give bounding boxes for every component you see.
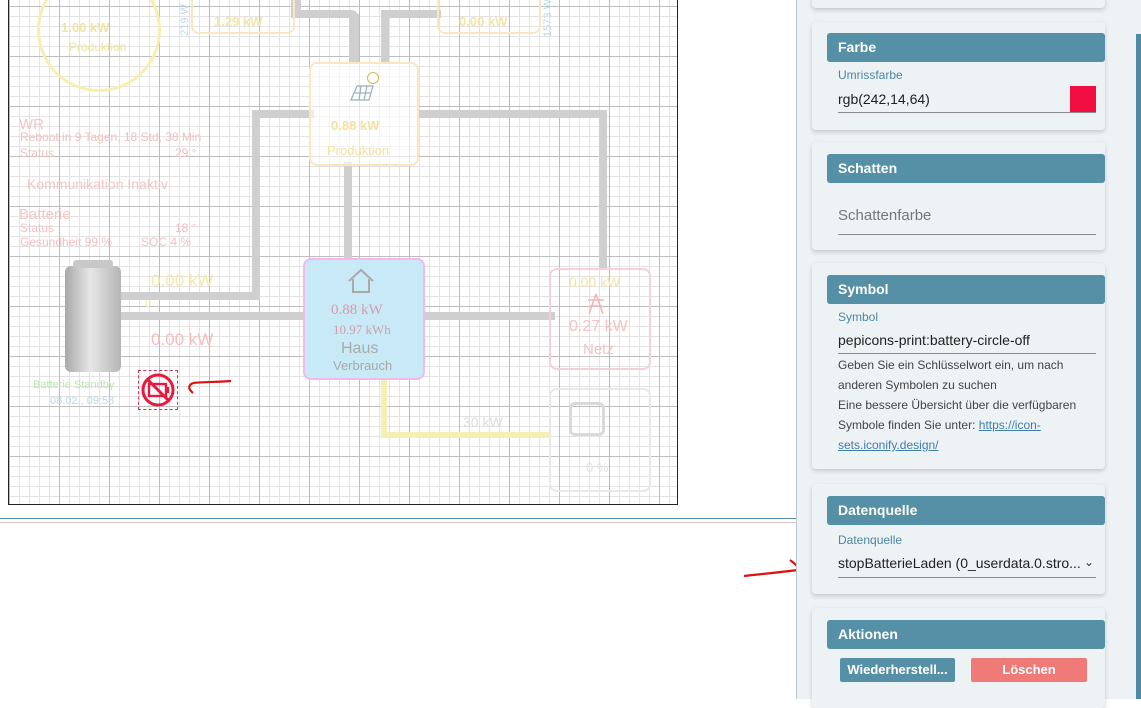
flow-line xyxy=(252,110,260,300)
batterie-health: Gesundheit 99 % xyxy=(20,235,113,249)
card-farbe: Farbe Umrissfarbe rgb(242,14,64) xyxy=(812,22,1105,130)
kommunikation-text: Kommunikation Inaktiv xyxy=(27,176,168,192)
datenquelle-value: stopBatterieLaden (0_userdata.0.stro... xyxy=(838,555,1081,571)
umrissfarbe-input[interactable]: rgb(242,14,64) xyxy=(838,86,1096,113)
tower-icon xyxy=(584,292,608,321)
pv-label: Produktion xyxy=(327,143,390,158)
battery-icon xyxy=(65,266,121,372)
flow-line xyxy=(381,10,441,18)
side-number-2: 1573 W xyxy=(541,0,554,37)
batterie-status: Status xyxy=(20,221,55,235)
wr-temp: 29 ° xyxy=(175,146,197,160)
battery-kw-1: 0.00 kW xyxy=(151,271,214,290)
card-aktionen: Aktionen Wiederherstell... Löschen xyxy=(812,608,1105,708)
editor-canvas-frame: 1.00 kW Produktion 219 W 1.29 kW 0.00 kW… xyxy=(0,0,797,523)
netz-label: Netz xyxy=(583,341,614,358)
flow-line xyxy=(344,162,352,260)
panel-scrollbar[interactable] xyxy=(1136,34,1141,699)
card-schatten: Schatten Schattenfarbe xyxy=(812,142,1105,250)
netz-kw-1: 0.00 kW xyxy=(569,274,621,290)
flow-line-yellow xyxy=(381,432,549,438)
symbol-title: Symbol xyxy=(827,275,1105,304)
flow-line xyxy=(381,14,389,64)
battery-time: 08.02., 09:58 xyxy=(50,395,115,407)
circle-kw: 1.00 kW xyxy=(61,20,110,35)
netz-kw-2: 0.27 kW xyxy=(569,318,628,335)
sun-icon xyxy=(367,72,379,84)
symbol-value: pepicons-print:battery-circle-off xyxy=(838,332,1030,348)
symbol-help-1: Geben Sie ein Schlüsselwort ein, um nach… xyxy=(838,358,1064,392)
wr-status: Status xyxy=(20,146,55,160)
haus-label: Haus xyxy=(341,340,379,357)
properties-panel: Farbe Umrissfarbe rgb(242,14,64) Schatte… xyxy=(796,0,1141,708)
flow-line xyxy=(349,14,359,64)
flow-line xyxy=(599,110,607,270)
solar-panel-icon xyxy=(347,82,377,109)
editor-grid-canvas[interactable]: 1.00 kW Produktion 219 W 1.29 kW 0.00 kW… xyxy=(8,0,678,505)
datenquelle-label: Datenquelle xyxy=(838,533,903,547)
flow-line xyxy=(121,312,305,320)
battery-kw-2: 0.00 kW xyxy=(151,330,214,349)
battery-standby: Batterie Standby xyxy=(33,379,115,391)
flow-line-yellow xyxy=(381,378,387,438)
haus-sub: Verbrauch xyxy=(333,358,393,373)
haus-kw: 0.88 kW xyxy=(331,302,383,318)
schatten-title: Schatten xyxy=(827,154,1105,183)
wallbox-icon xyxy=(569,402,605,436)
wr-reboot: Reboot in 9 Tagen, 18 Std, 38 Min xyxy=(20,130,202,144)
haus-kwh: 10.97 kWh xyxy=(333,322,391,337)
symbol-label: Symbol xyxy=(838,310,879,324)
flow-line xyxy=(425,312,555,320)
flow-line xyxy=(121,292,260,300)
aktionen-title: Aktionen xyxy=(827,620,1105,649)
side-number-1: 219 W xyxy=(178,4,191,36)
card-stub xyxy=(812,0,1105,8)
circle-label: Produktion xyxy=(69,40,127,54)
symbol-input[interactable]: pepicons-print:battery-circle-off xyxy=(838,329,1096,354)
batterie-soc: SOC 4 % xyxy=(141,235,192,249)
symbol-help-2: Eine bessere Übersicht über die verfügba… xyxy=(838,395,1102,455)
farbe-title: Farbe xyxy=(827,33,1105,62)
restore-button[interactable]: Wiederherstell... xyxy=(840,658,955,682)
chevron-down-icon: ⌄ xyxy=(1083,555,1094,569)
color-swatch[interactable] xyxy=(1070,86,1096,112)
datenquelle-select[interactable]: stopBatterieLaden (0_userdata.0.stro... … xyxy=(838,551,1096,578)
umrissfarbe-value: rgb(242,14,64) xyxy=(838,91,930,107)
flow-line xyxy=(291,10,359,18)
datenquelle-title: Datenquelle xyxy=(827,496,1105,525)
wallbox-value: 30 kW xyxy=(463,414,503,430)
battery-circle-off-icon[interactable] xyxy=(138,370,178,410)
battery-zero: 0 xyxy=(145,298,152,310)
battery-top xyxy=(73,260,113,268)
batterie-temp: 18 ° xyxy=(175,221,197,235)
inverter1-kw: 1.29 kW xyxy=(214,14,263,29)
pv-kw: 0.88 kW xyxy=(331,118,380,133)
umrissfarbe-label: Umrissfarbe xyxy=(838,68,903,82)
schattenfarbe-input[interactable]: Schattenfarbe xyxy=(838,204,1096,235)
delete-button[interactable]: Löschen xyxy=(971,658,1087,682)
flow-line xyxy=(252,110,314,118)
house-icon xyxy=(346,268,376,299)
card-datenquelle: Datenquelle Datenquelle stopBatterieLade… xyxy=(812,484,1105,594)
symbol-help: Geben Sie ein Schlüsselwort ein, um nach… xyxy=(838,355,1102,455)
flow-line xyxy=(417,110,607,118)
annotation-arrow xyxy=(177,373,233,404)
wallbox-sub: 0 % xyxy=(586,460,609,475)
card-symbol: Symbol Symbol pepicons-print:battery-cir… xyxy=(812,263,1105,469)
inverter2-kw: 0.00 kW xyxy=(459,14,508,29)
schattenfarbe-placeholder: Schattenfarbe xyxy=(838,207,932,224)
